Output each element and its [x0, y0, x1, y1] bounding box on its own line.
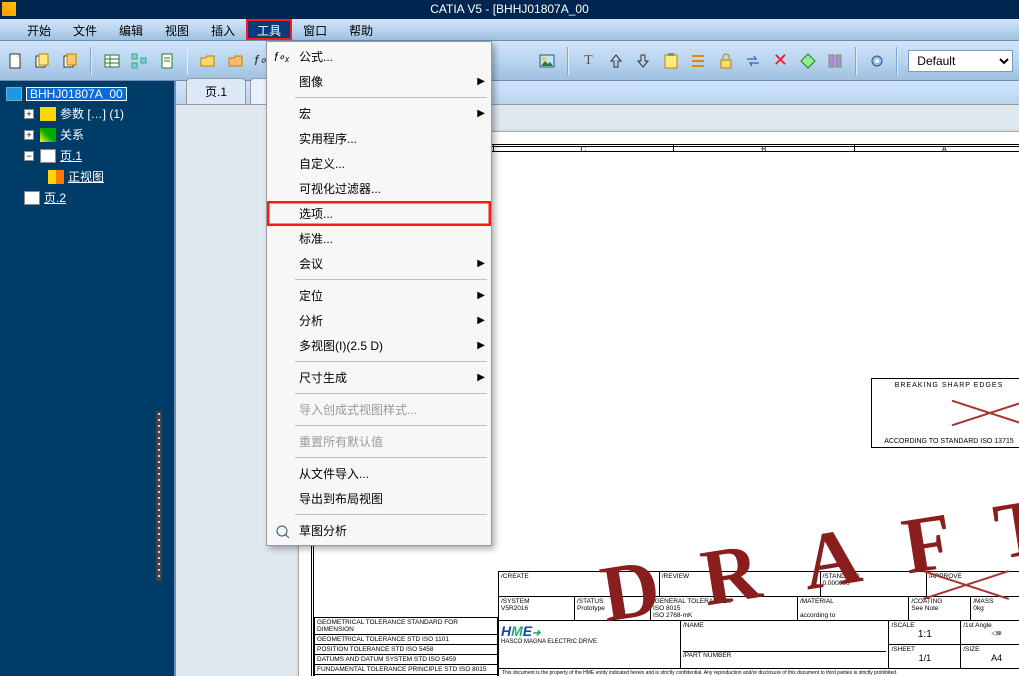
tbtn-flag[interactable]	[798, 51, 817, 71]
dd-dimgen[interactable]: 尺寸生成▶	[267, 365, 491, 390]
spec-tree: BHHJ01807A_00 + 参数 […] (1) + 关系 − 页.1 正视…	[0, 81, 176, 676]
tree-page2[interactable]: 页.2	[24, 187, 172, 208]
splitter[interactable]	[156, 411, 162, 581]
tools-dropdown: f∘ₓ公式... 图像▶ 宏▶ 实用程序... 自定义... 可视化过滤器...…	[266, 41, 492, 546]
menu-start[interactable]: 开始	[16, 19, 62, 40]
style-combo[interactable]: Default	[908, 50, 1013, 72]
tbtn-lock[interactable]	[716, 51, 735, 71]
dd-import-gen-style: 导入创成式视图样式...	[267, 397, 491, 422]
tree-root[interactable]: BHHJ01807A_00	[6, 85, 172, 103]
toolbar: f∘ₓ T ✕ Default	[0, 41, 1019, 81]
tbtn-table[interactable]	[102, 51, 121, 71]
tbtn-up[interactable]	[606, 51, 625, 71]
dd-customize[interactable]: 自定义...	[267, 151, 491, 176]
gtol-table: GEOMETRICAL TOLERANCE STANDARD FOR DIMEN…	[314, 617, 498, 676]
tbtn-delete[interactable]: ✕	[771, 51, 790, 71]
menu-window[interactable]: 窗口	[292, 19, 338, 40]
tree-page1[interactable]: − 页.1	[24, 145, 172, 166]
app-icon	[2, 2, 16, 16]
tree-relations[interactable]: + 关系	[24, 124, 172, 145]
menu-tools[interactable]: 工具	[246, 19, 292, 40]
expand-icon[interactable]: +	[24, 130, 34, 140]
tree-params[interactable]: + 参数 […] (1)	[24, 103, 172, 124]
collapse-icon[interactable]: −	[24, 151, 34, 161]
tree-front-view[interactable]: 正视图	[48, 166, 172, 187]
menu-edit[interactable]: 编辑	[108, 19, 154, 40]
menu-help[interactable]: 帮助	[338, 19, 384, 40]
tbtn-down[interactable]	[634, 51, 653, 71]
menu-insert[interactable]: 插入	[200, 19, 246, 40]
dd-formula[interactable]: f∘ₓ公式...	[267, 44, 491, 69]
dd-import-file[interactable]: 从文件导入...	[267, 461, 491, 486]
window-title: CATIA V5 - [BHHJ01807A_00	[430, 2, 589, 16]
tbtn-new3[interactable]	[61, 51, 80, 71]
dd-image[interactable]: 图像▶	[267, 69, 491, 94]
expand-icon[interactable]: +	[24, 109, 34, 119]
tbtn-text[interactable]: T	[579, 51, 598, 71]
dd-export-layout[interactable]: 导出到布局视图	[267, 486, 491, 511]
tbtn-swap[interactable]	[743, 51, 762, 71]
tbtn-doc[interactable]	[157, 51, 176, 71]
dd-visfilter[interactable]: 可视化过滤器...	[267, 176, 491, 201]
dd-standard[interactable]: 标准...	[267, 226, 491, 251]
dd-macro[interactable]: 宏▶	[267, 101, 491, 126]
tbtn-new[interactable]	[6, 51, 25, 71]
title-block: /CREATE /REVIEW /STANDARD0.000000 /APPRO…	[498, 571, 1019, 676]
dd-meeting[interactable]: 会议▶	[267, 251, 491, 276]
tbtn-open2[interactable]	[226, 51, 245, 71]
dd-options[interactable]: 选项...	[267, 201, 491, 226]
menu-bar: 开始 文件 编辑 视图 插入 工具 窗口 帮助	[0, 19, 1019, 41]
sharp-edges-box: BREAKING SHARP EDGES ACCORDING TO STANDA…	[871, 378, 1019, 448]
dd-reset-defaults: 重置所有默认值	[267, 429, 491, 454]
dd-multiview[interactable]: 多视图(I)(2.5 D)▶	[267, 333, 491, 358]
menu-view[interactable]: 视图	[154, 19, 200, 40]
dd-analyze[interactable]: 分析▶	[267, 308, 491, 333]
title-bar: CATIA V5 - [BHHJ01807A_00	[0, 0, 1019, 19]
tbtn-new2[interactable]	[33, 51, 52, 71]
tbtn-image[interactable]	[537, 51, 556, 71]
dd-utility[interactable]: 实用程序...	[267, 126, 491, 151]
tbtn-book[interactable]	[826, 51, 845, 71]
tbtn-paste[interactable]	[661, 51, 680, 71]
dd-locate[interactable]: 定位▶	[267, 283, 491, 308]
tbtn-gear[interactable]	[867, 51, 886, 71]
dd-sketch-analysis[interactable]: 草图分析	[267, 518, 491, 543]
tbtn-list[interactable]	[688, 51, 707, 71]
tab-page1[interactable]: 页.1	[186, 78, 246, 104]
tbtn-open[interactable]	[198, 51, 217, 71]
menu-file[interactable]: 文件	[62, 19, 108, 40]
tbtn-tree[interactable]	[130, 51, 149, 71]
